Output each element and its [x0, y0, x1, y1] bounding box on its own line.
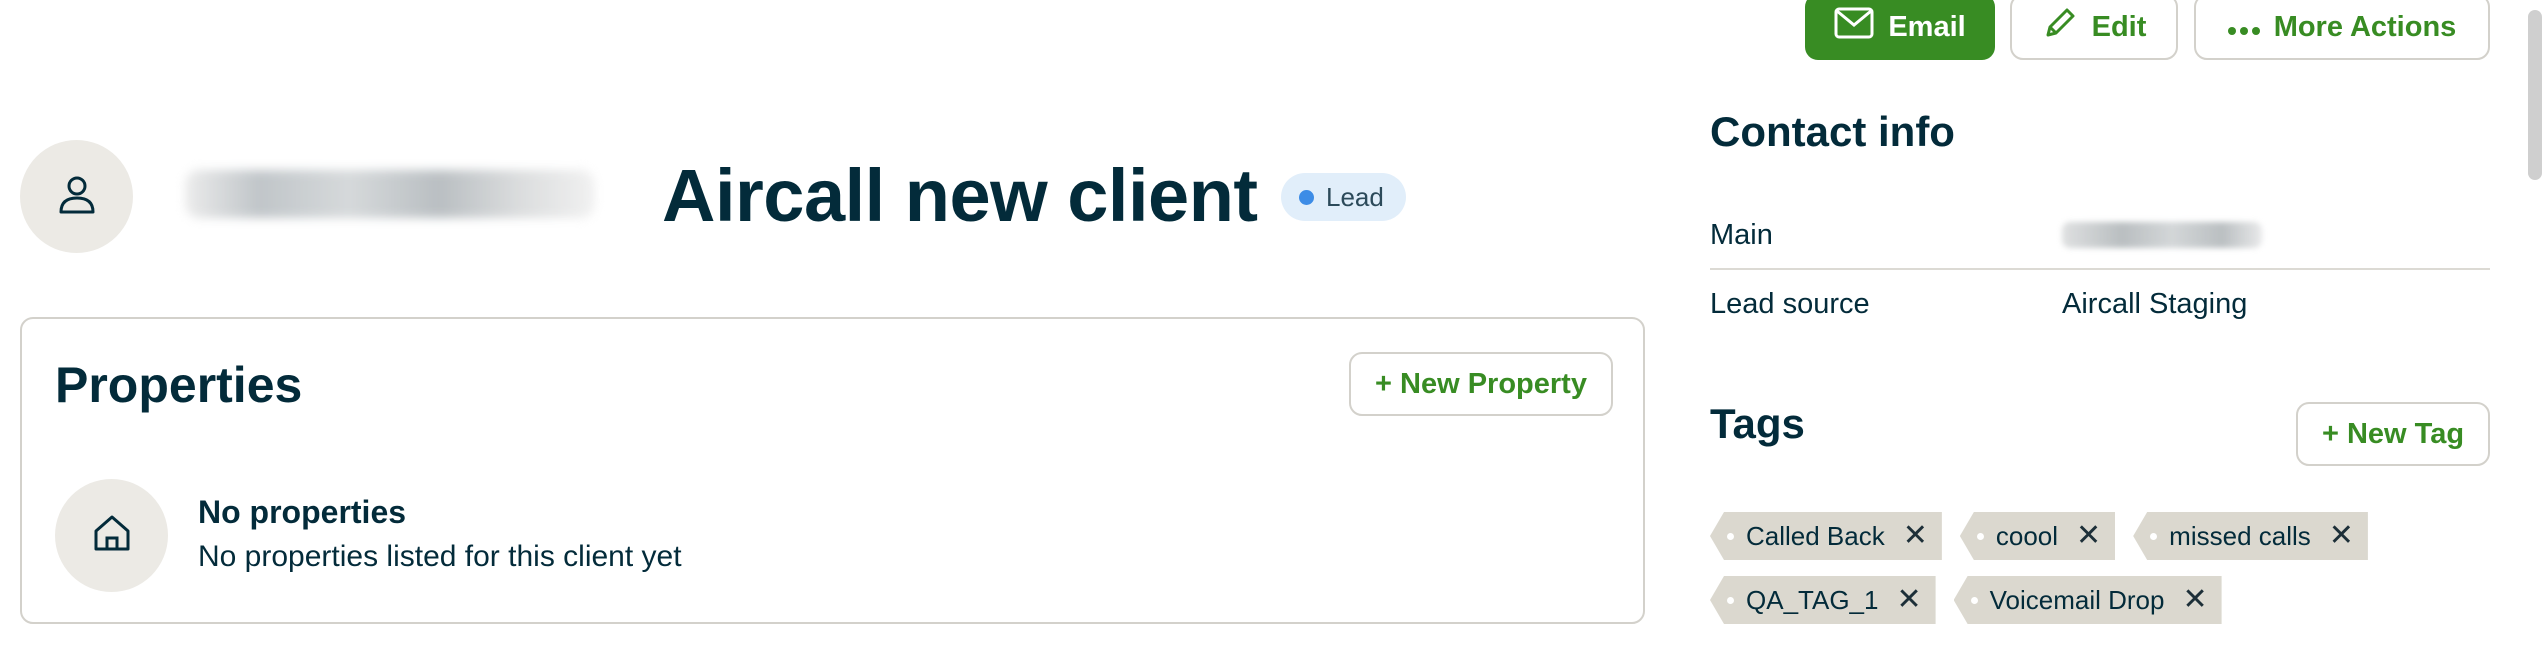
contact-row-lead-source: Lead source Aircall Staging — [1710, 270, 2490, 338]
page-title: Aircall new client — [662, 154, 1258, 237]
edit-button-label: Edit — [2091, 10, 2147, 43]
status-badge: Lead — [1281, 173, 1406, 221]
properties-card: Properties + New Property No properties … — [20, 317, 1645, 624]
tag-label: Voicemail Drop — [1989, 584, 2165, 615]
email-button-label: Email — [1888, 10, 1966, 43]
contact-row-label: Lead source — [1710, 287, 1870, 320]
tag-label: QA_TAG_1 — [1746, 584, 1879, 615]
tag-hole — [1727, 597, 1734, 604]
more-actions-button[interactable]: More Actions — [2194, 0, 2490, 60]
avatar — [20, 140, 133, 253]
close-icon[interactable]: ✕ — [1903, 521, 1928, 551]
tag-chip: Called Back ✕ — [1710, 512, 1942, 560]
new-property-button[interactable]: + New Property — [1349, 352, 1613, 416]
tag-label: Called Back — [1746, 520, 1885, 551]
close-icon[interactable]: ✕ — [2329, 521, 2354, 551]
contact-row-label: Main — [1710, 218, 1773, 251]
empty-state-description: No properties listed for this client yet — [198, 540, 682, 573]
close-icon[interactable]: ✕ — [2076, 521, 2101, 551]
tag-hole — [1976, 533, 1984, 540]
tag-chip: Voicemail Drop ✕ — [1953, 576, 2222, 624]
tag-list: Called Back ✕ coool ✕ missed calls ✕ QA_… — [1710, 512, 2490, 624]
contact-row-value: Aircall Staging — [2062, 287, 2248, 320]
tag-chip: QA_TAG_1 ✕ — [1710, 576, 1936, 624]
new-tag-button[interactable]: + New Tag — [2296, 402, 2490, 466]
close-icon[interactable]: ✕ — [2182, 585, 2207, 615]
redacted-phone-number — [185, 170, 595, 218]
properties-title: Properties — [55, 357, 303, 413]
status-badge-label: Lead — [1326, 181, 1384, 212]
tag-label: coool — [1995, 520, 2059, 551]
tag-hole — [2150, 533, 2158, 540]
tag-hole — [1970, 597, 1978, 604]
home-icon-circle — [55, 479, 168, 592]
tag-chip: coool ✕ — [1959, 512, 2116, 560]
empty-state-title: No properties — [198, 494, 407, 530]
more-actions-label: More Actions — [2273, 10, 2457, 43]
person-icon — [55, 172, 99, 221]
tag-chip: missed calls ✕ — [2133, 512, 2368, 560]
tag-label: missed calls — [2169, 520, 2311, 551]
vertical-scrollbar[interactable] — [2528, 10, 2542, 180]
tag-hole — [1727, 533, 1734, 540]
home-icon — [91, 512, 133, 559]
status-dot — [1299, 189, 1314, 205]
email-button[interactable]: Email — [1805, 0, 1995, 60]
contact-row-main: Main — [1710, 202, 2490, 270]
pencil-icon — [2042, 5, 2078, 49]
edit-button[interactable]: Edit — [2010, 0, 2178, 60]
redacted-main-phone — [2062, 222, 2262, 248]
close-icon[interactable]: ✕ — [1896, 585, 1921, 615]
envelope-icon — [1834, 7, 1874, 47]
more-dots-icon — [2227, 11, 2260, 44]
contact-info-title: Contact info — [1710, 108, 1955, 155]
tags-title: Tags — [1710, 400, 1805, 447]
